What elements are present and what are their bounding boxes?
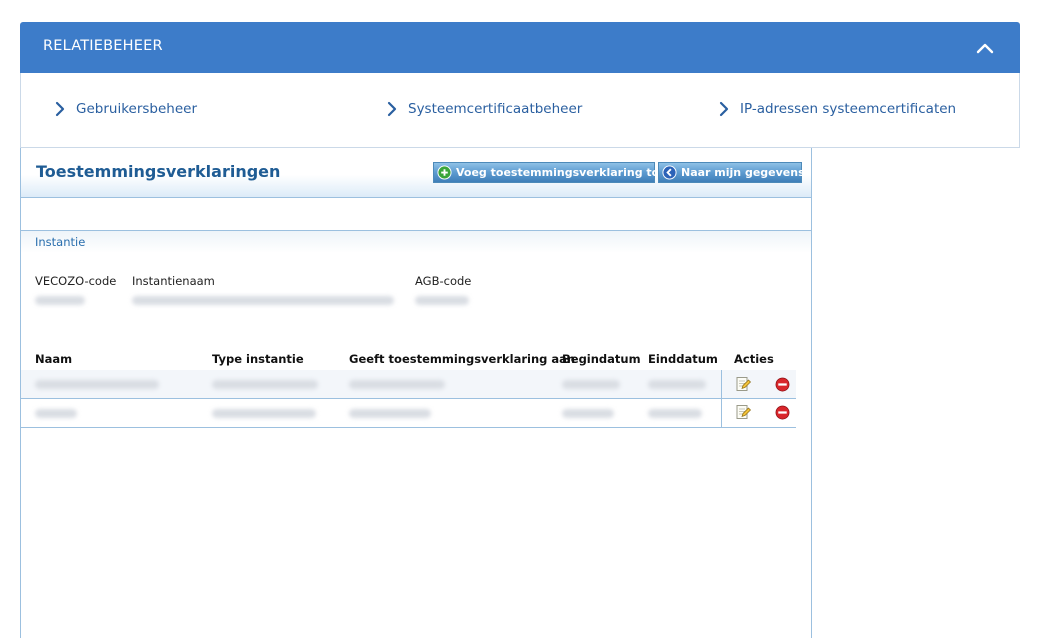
chevron-right-icon	[387, 101, 397, 117]
redacted-cell	[212, 380, 318, 389]
spacer-row	[21, 198, 811, 231]
redacted-cell	[349, 380, 445, 389]
add-button-label: Voeg toestemmingsverklaring toe	[456, 166, 667, 179]
link-systeemcertificaatbeheer[interactable]: Systeemcertificaatbeheer	[386, 101, 582, 117]
panel-title: RELATIEBEHEER	[43, 38, 163, 54]
column-header-type[interactable]: Type instantie	[212, 352, 304, 366]
toestemmingsverklaringen-box: Toestemmingsverklaringen Voeg toestemmin…	[20, 148, 812, 638]
content-header: Toestemmingsverklaringen Voeg toestemmin…	[21, 148, 811, 198]
redacted-cell	[648, 380, 706, 389]
column-header-geeft-aan[interactable]: Geeft toestemmingsverklaring aan	[349, 352, 575, 366]
label-instantienaam: Instantienaam	[132, 274, 215, 288]
delete-icon[interactable]	[775, 377, 790, 392]
relatiebeheer-panel: RELATIEBEHEER Gebruikersbeheer Systeemce…	[20, 22, 1020, 148]
redacted-cell	[562, 409, 614, 418]
actions-column-separator	[721, 370, 722, 427]
link-ip-adressen[interactable]: IP-adressen systeemcertificaten	[718, 101, 956, 117]
label-vecozo-code: VECOZO-code	[35, 274, 117, 288]
add-consent-button[interactable]: Voeg toestemmingsverklaring toe	[433, 162, 667, 183]
delete-icon[interactable]	[775, 405, 790, 420]
column-header-begindatum[interactable]: Begindatum	[562, 352, 641, 366]
redacted-cell	[349, 409, 431, 418]
redacted-cell	[35, 380, 159, 389]
column-header-einddatum[interactable]: Einddatum	[648, 352, 718, 366]
back-to-my-data-button[interactable]: Naar mijn gegevens	[658, 162, 805, 183]
edit-icon[interactable]	[735, 404, 751, 420]
redacted-cell	[35, 409, 77, 418]
table-row	[21, 399, 796, 427]
chevron-up-icon[interactable]	[974, 38, 996, 58]
plus-circle-icon	[437, 165, 452, 180]
row-divider	[21, 427, 796, 428]
column-header-naam[interactable]: Naam	[35, 352, 72, 366]
label-agb-code: AGB-code	[415, 274, 472, 288]
arrow-left-circle-icon	[662, 165, 677, 180]
link-gebruikersbeheer[interactable]: Gebruikersbeheer	[54, 101, 197, 117]
panel-body: Gebruikersbeheer Systeemcertificaatbehee…	[20, 73, 1020, 148]
link-label: IP-adressen systeemcertificaten	[740, 101, 957, 117]
redacted-value	[415, 296, 469, 305]
section-bar: Instantie	[21, 231, 811, 253]
redacted-cell	[212, 409, 316, 418]
back-button-label: Naar mijn gegevens	[681, 166, 805, 179]
chevron-right-icon	[719, 101, 729, 117]
page-title: Toestemmingsverklaringen	[36, 162, 281, 181]
redacted-value	[35, 296, 85, 305]
redacted-value	[132, 296, 394, 305]
table-row	[21, 370, 796, 398]
link-label: Systeemcertificaatbeheer	[408, 101, 583, 117]
section-title: Instantie	[35, 235, 86, 249]
edit-icon[interactable]	[735, 376, 751, 392]
chevron-right-icon	[55, 101, 65, 117]
link-label: Gebruikersbeheer	[76, 101, 198, 117]
column-header-acties: Acties	[734, 352, 774, 366]
redacted-cell	[648, 409, 702, 418]
panel-header[interactable]: RELATIEBEHEER	[20, 22, 1020, 73]
redacted-cell	[562, 380, 620, 389]
